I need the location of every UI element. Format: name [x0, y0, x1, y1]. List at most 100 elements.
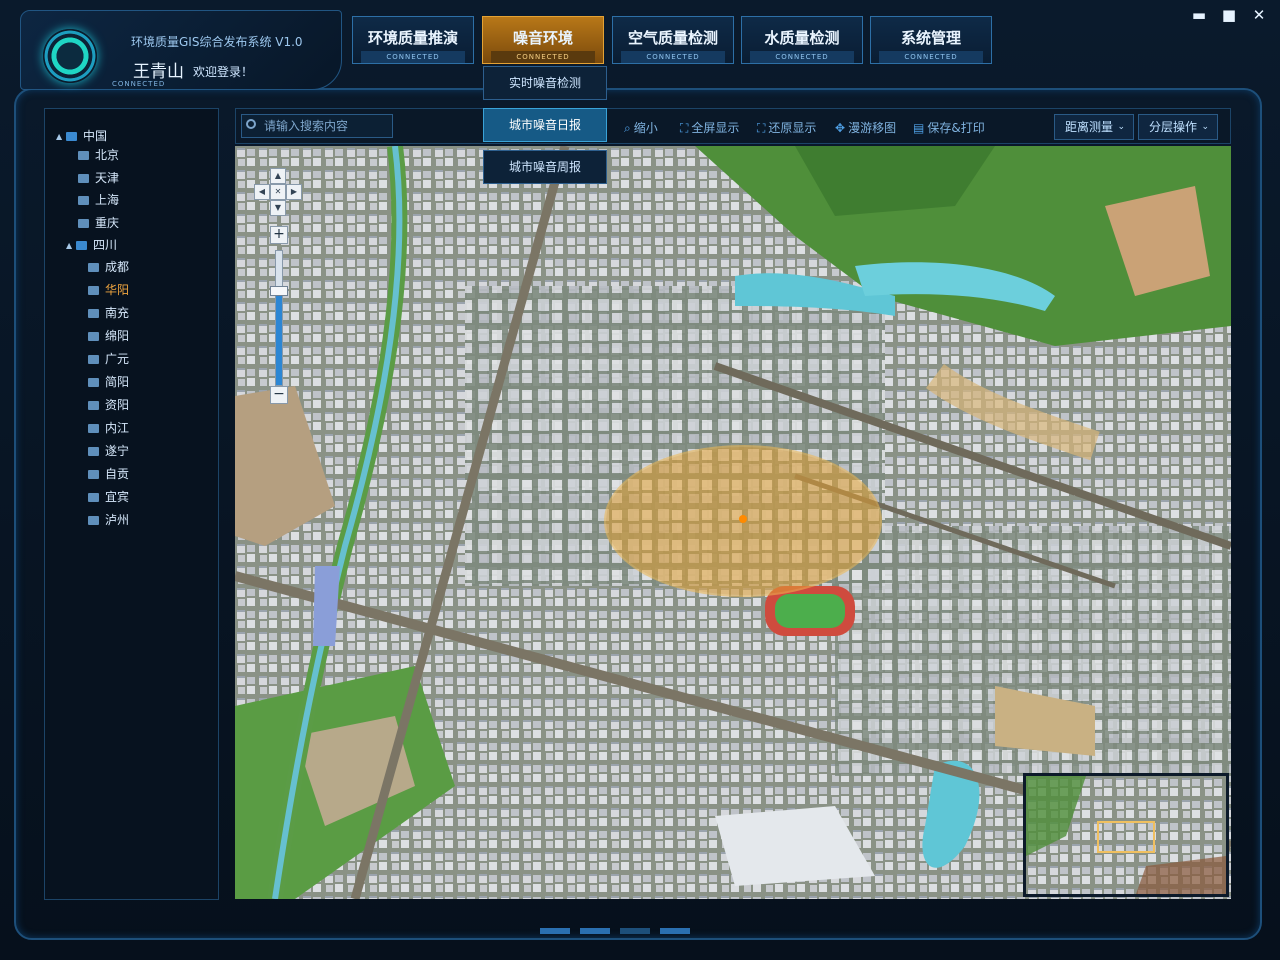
restore-icon: ⛶ — [757, 121, 766, 135]
dropdown-label: 距离测量 — [1065, 120, 1114, 134]
minimap-canvas[interactable] — [1026, 776, 1226, 894]
tree-label: 成都 — [105, 260, 130, 274]
file-icon — [88, 332, 99, 341]
welcome-text: 欢迎登录！ — [193, 65, 254, 79]
file-icon — [88, 355, 99, 364]
tree-label: 宜宾 — [105, 490, 130, 504]
tree-label: 自贡 — [105, 467, 130, 481]
zoom-out-button[interactable]: ⌕ 缩小 — [624, 119, 658, 136]
file-icon — [78, 173, 89, 183]
file-icon — [88, 378, 99, 387]
tree-item-municipality[interactable]: 北京 — [78, 146, 119, 164]
zoom-out-control-button[interactable]: − — [270, 386, 288, 404]
save-print-button[interactable]: ▤ 保存&打印 — [913, 119, 985, 136]
tab-label: 水质量检测 — [764, 29, 840, 47]
tree-item-city[interactable]: 绵阳 — [88, 327, 129, 345]
file-icon — [88, 516, 99, 525]
tree-item-city[interactable]: 遂宁 — [88, 442, 129, 460]
pan-button[interactable]: ✥ 漫游移图 — [835, 119, 896, 136]
pan-left-icon[interactable]: ◀ — [254, 184, 270, 200]
tree-item-city[interactable]: 成都 — [88, 258, 129, 276]
tree-item-city[interactable]: 简阳 — [88, 373, 129, 391]
noise-marker[interactable] — [739, 515, 747, 523]
file-icon — [78, 218, 89, 228]
chevron-down-icon: ⌄ — [1201, 122, 1209, 132]
restore-button[interactable]: ⛶ 还原显示 — [757, 119, 816, 136]
tree-item-city[interactable]: 华阳 — [88, 281, 129, 299]
tab-status: CONNECTED — [491, 51, 595, 63]
menu-item-daily-report[interactable]: 城市噪音日报 — [483, 108, 607, 142]
tree-label: 四川 — [93, 238, 118, 252]
print-icon: ▤ — [913, 121, 925, 135]
minimize-button[interactable]: ▬ — [1188, 6, 1210, 24]
menu-item-realtime-noise[interactable]: 实时噪音检测 — [483, 66, 607, 100]
tree-label: 华阳 — [105, 283, 130, 297]
tree-label: 简阳 — [105, 375, 130, 389]
magnifier-icon: ⌕ — [624, 121, 631, 135]
distance-measure-dropdown[interactable]: 距离测量 ⌄ — [1054, 114, 1134, 140]
tab-water-quality[interactable]: 水质量检测 CONNECTED — [741, 16, 863, 64]
search-icon — [246, 119, 256, 129]
expand-arrow-icon[interactable]: ▲ — [56, 128, 66, 146]
tree-item-municipality[interactable]: 重庆 — [78, 214, 119, 232]
pan-right-icon[interactable]: ▶ — [286, 184, 302, 200]
pan-pad: ▲ ◀ ✕ ▶ ▼ — [252, 166, 302, 216]
tree-label: 绵阳 — [105, 329, 130, 343]
close-button[interactable]: ✕ — [1248, 6, 1270, 24]
move-icon: ✥ — [835, 121, 846, 135]
tree-label: 重庆 — [95, 215, 120, 230]
tree-item-city[interactable]: 资阳 — [88, 396, 129, 414]
maximize-button[interactable]: ■ — [1218, 6, 1240, 24]
tab-label: 噪音环境 — [512, 29, 573, 47]
tab-air-quality[interactable]: 空气质量检测 CONNECTED — [612, 16, 734, 64]
overview-minimap[interactable] — [1023, 773, 1229, 897]
folder-icon — [76, 241, 87, 250]
search-input[interactable]: 请输入搜索内容 — [241, 114, 393, 138]
tab-env-quality[interactable]: 环境质量推演 CONNECTED — [352, 16, 474, 64]
system-title: 环境质量GIS综合发布系统 V1.0 — [131, 35, 303, 49]
tree-item-municipality[interactable]: 天津 — [78, 169, 119, 187]
zoom-slider[interactable] — [275, 250, 283, 386]
tree-item-city[interactable]: 广元 — [88, 350, 129, 368]
tab-label: 环境质量推演 — [367, 29, 458, 47]
tree-item-city[interactable]: 宜宾 — [88, 488, 129, 506]
logo-icon — [43, 29, 97, 83]
tree-item-city[interactable]: 内江 — [88, 419, 129, 437]
tree-label: 上海 — [95, 193, 120, 207]
pan-reset-icon[interactable]: ✕ — [270, 184, 286, 200]
map-zoom-control: ▲ ◀ ✕ ▶ ▼ + − — [252, 166, 302, 406]
pan-down-icon[interactable]: ▼ — [270, 200, 286, 216]
file-icon — [78, 151, 89, 160]
tree-label: 南充 — [105, 306, 130, 320]
tree-label: 北京 — [95, 148, 120, 162]
tree-item-city[interactable]: 自贡 — [88, 465, 129, 483]
tree-item-city[interactable]: 南充 — [88, 304, 129, 322]
fullscreen-button[interactable]: ⛶ 全屏显示 — [680, 119, 739, 136]
tree-label: 广元 — [105, 352, 130, 366]
tab-noise[interactable]: 噪音环境 CONNECTED — [482, 16, 604, 64]
tree-item-city[interactable]: 泸州 — [88, 511, 129, 529]
zoom-slider-thumb[interactable] — [270, 286, 288, 297]
button-label: 漫游移图 — [848, 121, 897, 135]
expand-arrow-icon[interactable]: ▲ — [66, 237, 76, 255]
zoom-in-button[interactable]: + — [270, 226, 288, 244]
tree-root[interactable]: ▲ 中国 — [56, 127, 107, 145]
tree-item-municipality[interactable]: 上海 — [78, 191, 119, 209]
pan-up-icon[interactable]: ▲ — [270, 168, 286, 184]
tab-status: CONNECTED — [361, 51, 465, 63]
tree-item-province[interactable]: ▲ 四川 — [66, 236, 117, 254]
user-name: 王青山 — [133, 62, 184, 82]
tab-system-admin[interactable]: 系统管理 CONNECTED — [870, 16, 992, 64]
zoom-slider-fill — [276, 291, 282, 385]
file-icon — [88, 309, 99, 318]
button-label: 保存&打印 — [927, 121, 985, 135]
menu-item-weekly-report[interactable]: 城市噪音周报 — [483, 150, 607, 184]
header: 环境质量GIS综合发布系统 V1.0 王青山 欢迎登录！ CONNECTED 环… — [0, 0, 1280, 92]
layer-ops-dropdown[interactable]: 分层操作 ⌄ — [1138, 114, 1218, 140]
tree-label: 天津 — [95, 170, 120, 185]
button-label: 还原显示 — [768, 121, 817, 135]
map-view[interactable] — [235, 146, 1231, 899]
logo-connected-label: CONNECTED — [112, 80, 166, 88]
tree-label: 泸州 — [105, 513, 130, 527]
chevron-down-icon: ⌄ — [1117, 122, 1125, 132]
